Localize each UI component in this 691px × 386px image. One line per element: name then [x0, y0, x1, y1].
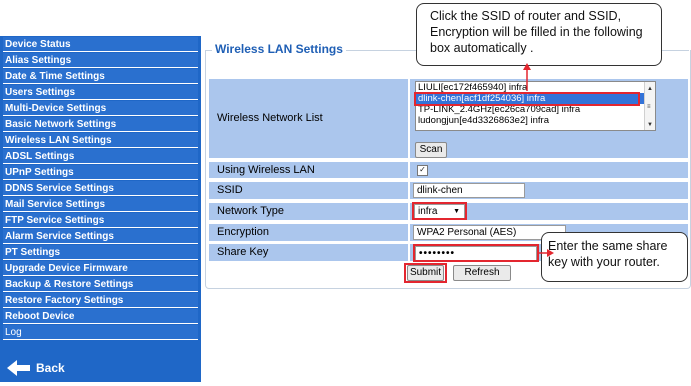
- encryption-label: Encryption: [209, 224, 408, 241]
- network-option[interactable]: LIULI[ec172f465940] infra: [416, 82, 655, 93]
- share-key-label: Share Key: [209, 244, 408, 261]
- network-option-selected[interactable]: dlink-chen[acf1df254036] infra: [416, 93, 655, 104]
- sidebar-item-upnp-settings[interactable]: UPnP Settings: [3, 165, 198, 180]
- ssid-label: SSID: [209, 182, 408, 199]
- share-key-input[interactable]: ••••••••: [415, 246, 537, 261]
- back-button[interactable]: Back: [3, 357, 198, 379]
- network-option[interactable]: TP-LINK_2.4GHz[ec26ca709cad] infra: [416, 104, 655, 115]
- sidebar-item-device-status[interactable]: Device Status: [3, 37, 198, 52]
- sidebar-item-upgrade-firmware[interactable]: Upgrade Device Firmware: [3, 261, 198, 276]
- sidebar-item-reboot-device[interactable]: Reboot Device: [3, 309, 198, 324]
- listbox-scrollbar[interactable]: ▲ ≡ ▼: [644, 82, 655, 130]
- using-wlan-checkbox[interactable]: ✓: [417, 165, 428, 176]
- sidebar-item-mail-service-settings[interactable]: Mail Service Settings: [3, 197, 198, 212]
- sidebar-item-backup-restore[interactable]: Backup & Restore Settings: [3, 277, 198, 292]
- scroll-thumb-icon[interactable]: ≡: [647, 102, 651, 113]
- using-wlan-cell: [410, 162, 688, 178]
- scroll-down-icon[interactable]: ▼: [647, 120, 653, 130]
- using-wlan-label: Using Wireless LAN: [209, 162, 408, 178]
- sidebar-item-date-time-settings[interactable]: Date & Time Settings: [3, 69, 198, 84]
- sidebar-item-ftp-service-settings[interactable]: FTP Service Settings: [3, 213, 198, 228]
- submit-button[interactable]: Submit: [407, 265, 444, 281]
- network-type-label: Network Type: [209, 203, 408, 220]
- sidebar-item-log[interactable]: Log: [3, 325, 198, 340]
- wireless-network-list-label: Wireless Network List: [209, 79, 408, 158]
- scan-button[interactable]: Scan: [415, 142, 447, 158]
- network-type-select[interactable]: infra ▼: [414, 204, 465, 219]
- sidebar-item-basic-network-settings[interactable]: Basic Network Settings: [3, 117, 198, 132]
- callout-share-key-instruction: Enter the same share key with your route…: [541, 232, 688, 282]
- refresh-button[interactable]: Refresh: [453, 265, 511, 281]
- sidebar-item-alias-settings[interactable]: Alias Settings: [3, 53, 198, 68]
- back-arrow-icon: [7, 360, 30, 376]
- page-title: Wireless LAN Settings: [212, 42, 346, 56]
- chevron-down-icon: ▼: [453, 208, 460, 215]
- sidebar-item-adsl-settings[interactable]: ADSL Settings: [3, 149, 198, 164]
- sidebar-item-pt-settings[interactable]: PT Settings: [3, 245, 198, 260]
- sidebar-item-wireless-lan-settings[interactable]: Wireless LAN Settings: [3, 133, 198, 148]
- callout-ssid-instruction: Click the SSID of router and SSID, Encry…: [416, 3, 662, 66]
- sidebar: Device Status Alias Settings Date & Time…: [0, 36, 201, 382]
- callout-ssid-text: Click the SSID of router and SSID, Encry…: [430, 9, 643, 55]
- callout-share-key-text: Enter the same share key with your route…: [548, 239, 668, 269]
- wireless-network-listbox[interactable]: LIULI[ec172f465940] infra dlink-chen[acf…: [415, 81, 656, 131]
- network-type-value: infra: [418, 206, 438, 217]
- ssid-input[interactable]: dlink-chen: [413, 183, 525, 198]
- sidebar-item-multi-device-settings[interactable]: Multi-Device Settings: [3, 101, 198, 116]
- sidebar-item-ddns-service-settings[interactable]: DDNS Service Settings: [3, 181, 198, 196]
- scroll-up-icon[interactable]: ▲: [647, 84, 653, 95]
- back-label: Back: [36, 361, 65, 375]
- sidebar-item-restore-factory[interactable]: Restore Factory Settings: [3, 293, 198, 308]
- sidebar-item-alarm-service-settings[interactable]: Alarm Service Settings: [3, 229, 198, 244]
- sidebar-item-users-settings[interactable]: Users Settings: [3, 85, 198, 100]
- network-option[interactable]: ludongjun[e4d3326863e2] infra: [416, 115, 655, 126]
